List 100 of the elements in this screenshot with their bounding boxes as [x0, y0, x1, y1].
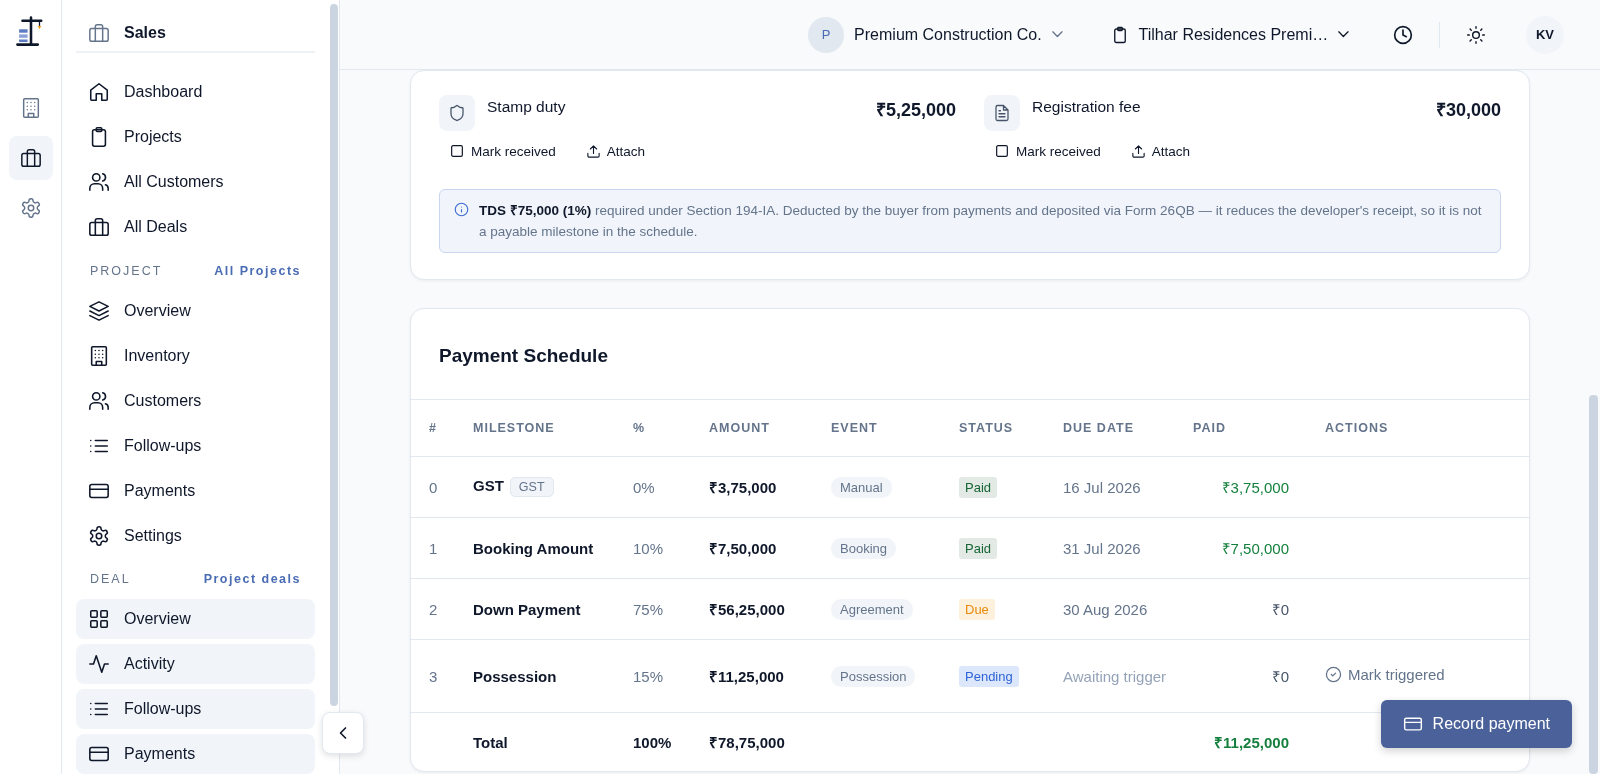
building-icon	[88, 344, 110, 367]
milestone-name: Possession	[473, 667, 557, 685]
column-header: AMOUNT	[709, 399, 831, 457]
percent-cell: 15%	[633, 639, 709, 713]
sidebar-item[interactable]: Inventory	[76, 335, 315, 376]
paid-cell: ₹7,50,000	[1193, 517, 1313, 579]
percent-cell: 75%	[633, 578, 709, 640]
row-number: 2	[411, 578, 473, 640]
company-dropdown[interactable]: P Premium Construction Co.	[808, 16, 1063, 53]
attach-button[interactable]: Attach	[585, 143, 646, 159]
sidebar-item[interactable]: All Deals	[76, 207, 315, 248]
chevron-down-icon	[1338, 31, 1349, 38]
chevron-down-icon	[1051, 31, 1063, 38]
fee-amount: ₹5,25,000	[875, 99, 956, 121]
sidebar-item[interactable]: Dashboard	[76, 72, 315, 113]
amount-cell: ₹7,50,000	[709, 517, 831, 579]
sidebar-item[interactable]: Activity	[76, 644, 315, 684]
settings-icon	[88, 524, 110, 547]
percent-cell: 0%	[633, 456, 709, 518]
sidebar-item[interactable]: Payments	[76, 470, 315, 511]
sun-icon	[1466, 24, 1486, 45]
section-link[interactable]: Project deals	[203, 572, 301, 587]
section-link[interactable]: All Projects	[214, 263, 301, 278]
event-tag: Agreement	[831, 598, 913, 620]
column-header: DUE DATE	[1063, 399, 1193, 457]
row-number: 1	[411, 517, 473, 579]
user-avatar[interactable]: KV	[1526, 15, 1564, 54]
due-date-cell: 30 Aug 2026	[1063, 578, 1193, 640]
upload-icon	[1130, 143, 1146, 159]
settings-icon	[19, 197, 42, 219]
status-badge: Paid	[959, 537, 998, 559]
company-avatar: P	[808, 16, 845, 53]
clock-icon	[1393, 24, 1413, 45]
info-icon	[454, 202, 469, 217]
column-header: MILESTONE	[473, 399, 633, 457]
briefcase-icon	[88, 21, 110, 44]
column-header: STATUS	[959, 399, 1063, 457]
due-date-cell: Awaiting trigger	[1063, 639, 1193, 713]
grid-icon	[88, 608, 110, 630]
column-header: #	[411, 399, 473, 457]
document-icon	[993, 104, 1011, 122]
column-header: ACTIONS	[1313, 399, 1529, 457]
circle-check-icon	[1325, 666, 1342, 683]
layers-icon	[88, 299, 110, 322]
amount-cell: ₹3,75,000	[709, 456, 831, 518]
briefcase-icon	[19, 147, 42, 169]
section-label: PROJECT	[90, 263, 163, 278]
mark-received-button[interactable]: Mark received	[994, 143, 1101, 159]
house-icon	[88, 81, 110, 104]
event-tag: Manual	[831, 476, 892, 498]
info-text: TDS ₹75,000 (1%) required under Section 194-IA. Deducted by the buyer from payments and deposited via Form 26QB — it reduces the developer's receipt, so it is not a payable milestone in the schedule.	[479, 202, 1483, 241]
sidebar-item[interactable]: Overview	[76, 290, 315, 331]
total-amount: ₹78,75,000	[709, 712, 831, 771]
row-number: 3	[411, 639, 473, 713]
column-header: PAID	[1193, 399, 1313, 457]
record-payment-button[interactable]: Record payment	[1380, 700, 1572, 748]
row-number: 0	[411, 456, 473, 518]
milestone-name: Booking Amount	[473, 539, 594, 557]
sidebar-item[interactable]: Payments	[76, 734, 315, 774]
sidebar-item[interactable]: All Customers	[76, 162, 315, 203]
mark-received-button[interactable]: Mark received	[449, 143, 556, 159]
fee-name: Stamp duty	[487, 97, 567, 116]
people-icon	[88, 389, 110, 412]
fee-name: Registration fee	[1032, 97, 1142, 116]
sidebar-item[interactable]: Overview	[76, 599, 315, 639]
sidebar-item[interactable]: Follow-ups	[76, 689, 315, 729]
rail-button[interactable]	[8, 136, 53, 180]
column-header: EVENT	[831, 399, 959, 457]
project-dropdown[interactable]: Tilhar Residences Premi…	[1110, 25, 1349, 44]
attach-button[interactable]: Attach	[1130, 143, 1191, 159]
pulse-line-icon	[88, 653, 110, 675]
sidebar-item[interactable]: Settings	[76, 515, 315, 556]
due-date-cell: 31 Jul 2026	[1063, 517, 1193, 579]
theme-button[interactable]	[1466, 24, 1486, 45]
people-icon	[88, 171, 110, 194]
upload-icon	[585, 143, 601, 159]
sidebar-item[interactable]: Follow-ups	[76, 425, 315, 466]
percent-cell: 10%	[633, 517, 709, 579]
total-paid: ₹11,25,000	[1193, 712, 1313, 771]
milestone-name: GST	[473, 477, 504, 494]
project-name: Tilhar Residences Premi…	[1138, 25, 1329, 44]
milestone-name: Down Payment	[473, 600, 581, 618]
history-button[interactable]	[1393, 24, 1413, 45]
paid-cell: ₹0	[1193, 639, 1313, 713]
sidebar-item[interactable]: Customers	[76, 380, 315, 421]
column-header: %	[633, 399, 709, 457]
sidebar-item[interactable]: Projects	[76, 117, 315, 158]
total-percent: 100%	[633, 712, 709, 771]
status-badge: Due	[959, 598, 995, 620]
paid-cell: ₹3,75,000	[1193, 456, 1313, 518]
paid-cell: ₹0	[1193, 578, 1313, 640]
fee-amount: ₹30,000	[1435, 99, 1501, 121]
event-tag: Possession	[831, 665, 916, 687]
status-badge: Pending	[959, 665, 1019, 687]
total-label: Total	[473, 712, 633, 771]
section-title: Payment Schedule	[438, 344, 609, 368]
shield-icon	[448, 104, 466, 122]
mark-triggered-button[interactable]: Mark triggered	[1325, 666, 1445, 683]
section-label: DEAL	[90, 572, 131, 587]
amount-cell: ₹11,25,000	[709, 639, 831, 713]
